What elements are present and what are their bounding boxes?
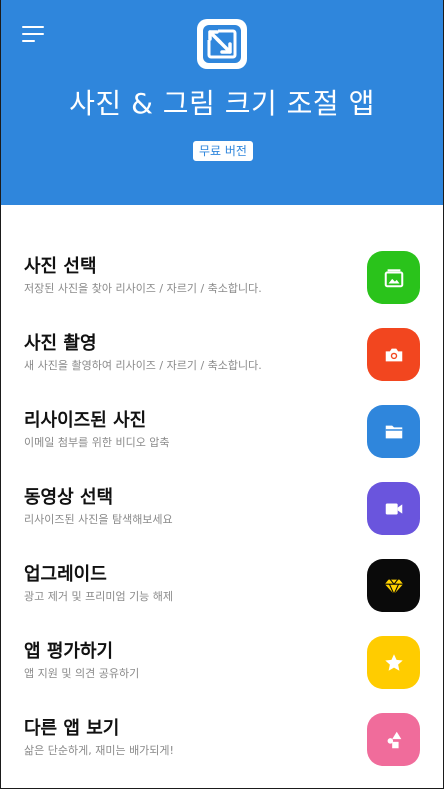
hamburger-menu-icon xyxy=(22,26,44,28)
app-header: 사진 & 그림 크기 조절 앱 무료 버전 xyxy=(0,0,444,205)
more-apps-button[interactable] xyxy=(367,713,420,766)
menu-item-title: 리사이즈된 사진 xyxy=(24,410,147,431)
menu-button[interactable] xyxy=(22,26,44,42)
menu-item-rate-app[interactable]: 앱 평가하기 앱 지원 및 의견 공유하기 xyxy=(0,597,444,689)
star-icon xyxy=(384,653,403,671)
menu-item-title: 사진 선택 xyxy=(24,256,97,277)
video-camera-icon xyxy=(385,503,402,514)
menu-item-select-photo[interactable]: 사진 선택 저장된 사진을 찾아 리사이즈 / 자르기 / 축소합니다. xyxy=(0,212,444,304)
menu-item-title: 앱 평가하기 xyxy=(24,641,114,662)
shapes-icon xyxy=(387,731,401,748)
camera-icon xyxy=(385,348,402,361)
menu-item-title: 다른 앱 보기 xyxy=(24,718,120,739)
hamburger-line xyxy=(22,40,35,42)
diamond-icon xyxy=(384,578,403,596)
menu-item-title: 동영상 선택 xyxy=(24,487,114,508)
menu-item-title: 업그레이드 xyxy=(24,564,107,585)
menu-item-upgrade[interactable]: 업그레이드 광고 제거 및 프리미엄 기능 해제 xyxy=(0,520,444,612)
menu-item-title: 사진 촬영 xyxy=(24,333,97,354)
folder-icon xyxy=(385,425,402,438)
resize-arrow-logo-icon xyxy=(197,19,247,69)
menu-list: 사진 선택 저장된 사진을 찾아 리사이즈 / 자르기 / 축소합니다. 사진 … xyxy=(0,212,444,766)
free-version-badge: 무료 버전 xyxy=(193,141,253,161)
app-title: 사진 & 그림 크기 조절 앱 xyxy=(69,87,375,120)
menu-item-subtitle: 삶은 단순하게, 재미는 배가되게! xyxy=(24,744,174,757)
image-frame-icon xyxy=(384,268,403,287)
hamburger-line xyxy=(22,33,44,35)
menu-item-select-video[interactable]: 동영상 선택 리사이즈된 사진을 탐색해보세요 xyxy=(0,443,444,535)
menu-item-resized-photos[interactable]: 리사이즈된 사진 이메일 첨부를 위한 비디오 압축 xyxy=(0,366,444,458)
menu-item-more-apps[interactable]: 다른 앱 보기 삶은 단순하게, 재미는 배가되게! xyxy=(0,674,444,766)
menu-item-take-photo[interactable]: 사진 촬영 새 사진을 촬영하여 리사이즈 / 자르기 / 축소합니다. xyxy=(0,289,444,381)
